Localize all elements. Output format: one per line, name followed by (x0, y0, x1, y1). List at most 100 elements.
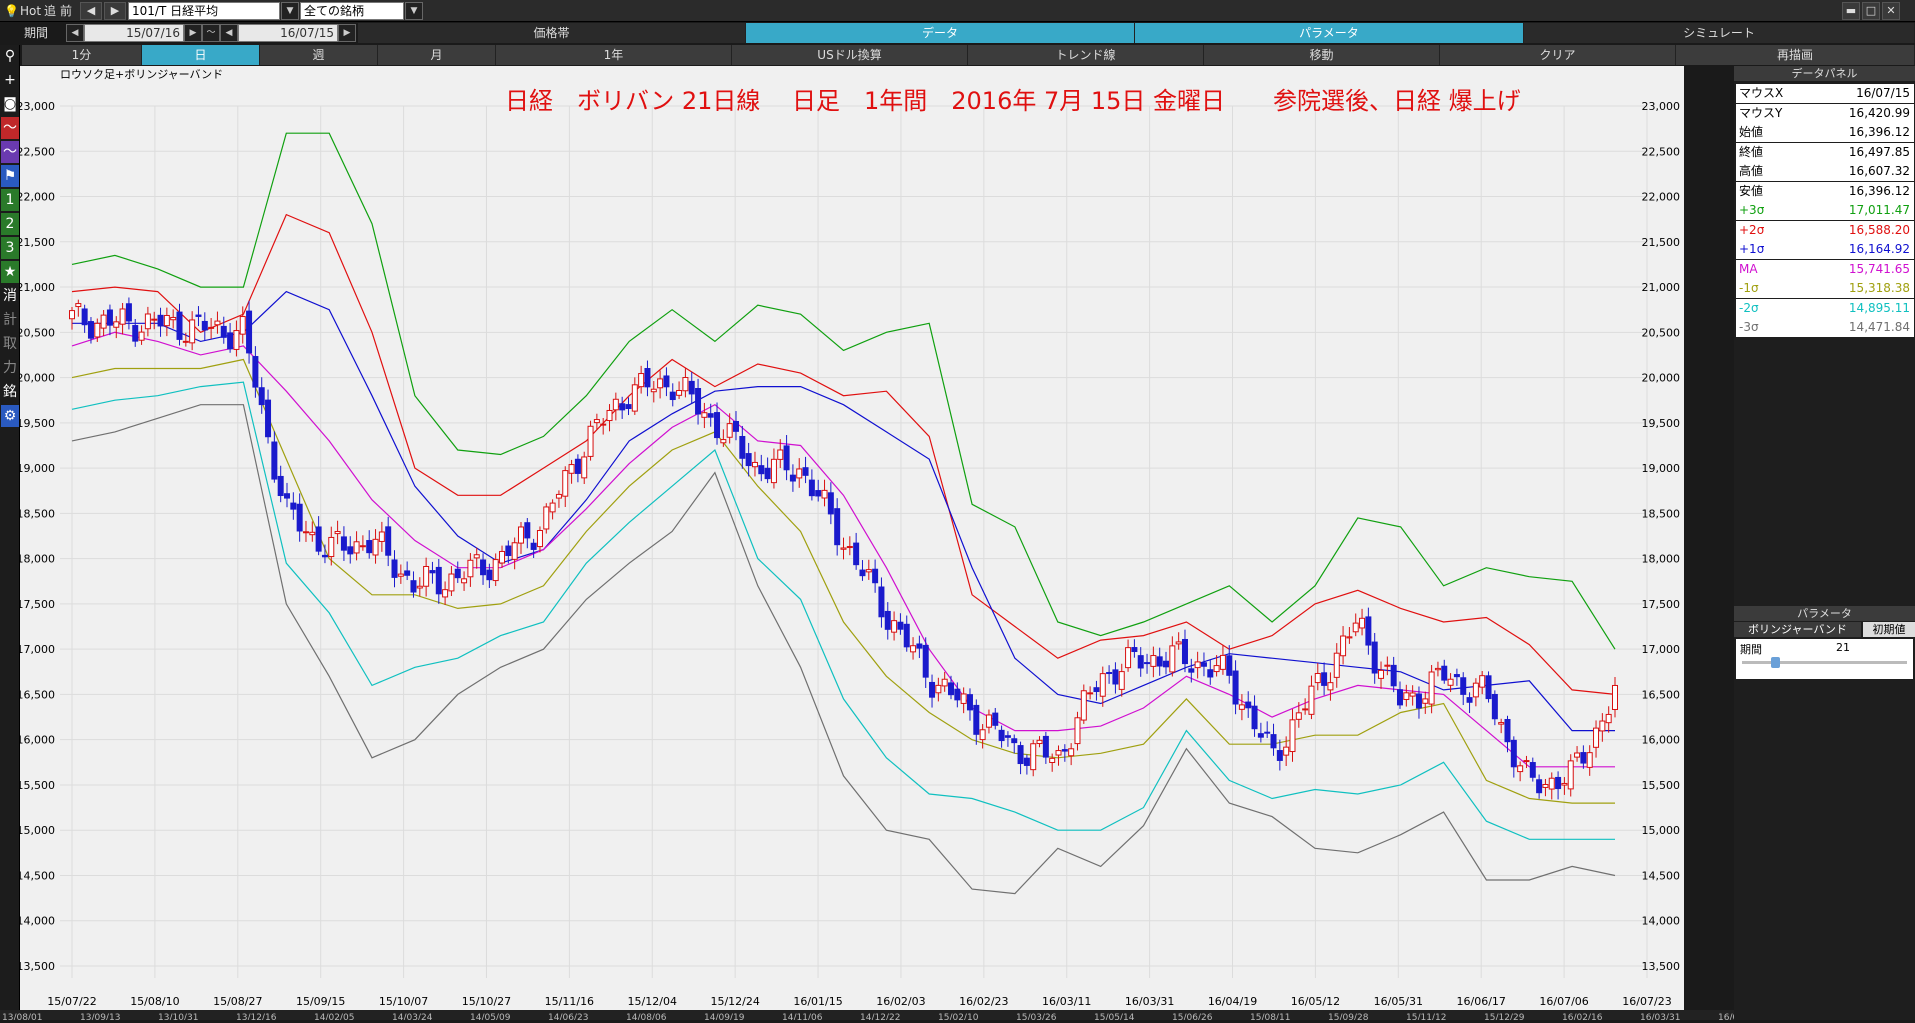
tab-move[interactable]: 移動 (1204, 45, 1440, 65)
y-tick-label: 21,500 (20, 236, 55, 249)
overview-strip[interactable]: 13/08/01 13/09/13 13/10/31 13/12/16 14/02/05… (0, 1010, 1915, 1020)
erase-button[interactable]: 消 (1, 285, 19, 307)
power-button[interactable]: 力 (1, 357, 19, 379)
y-tick-label: 19,000 (20, 462, 55, 475)
crosshair-icon[interactable]: + (1, 69, 19, 91)
candle-body (1548, 777, 1555, 790)
y-tick-label: 21,000 (1642, 281, 1681, 294)
period-param: 期間 21 (1736, 639, 1913, 679)
overview-tick-label: 16/02/16 (1562, 1013, 1603, 1020)
preset-1-button[interactable]: 1 (1, 189, 19, 211)
date-to-field[interactable]: 16/07/15 (238, 24, 338, 42)
y-tick-label: 18,500 (20, 507, 55, 520)
tab-bollinger[interactable]: ボリンジャーバンド (1734, 622, 1861, 637)
candle-body (1061, 749, 1068, 752)
search-icon[interactable]: ⚲ (1, 45, 19, 67)
candle-body (1434, 667, 1441, 671)
hot-button[interactable]: Hot (20, 2, 41, 20)
tab-1year[interactable]: 1年 (496, 45, 732, 65)
tab-day[interactable]: 日 (142, 45, 260, 65)
candle-body (1226, 655, 1233, 676)
candle-body (1555, 776, 1562, 790)
tab-price-band[interactable]: 価格帯 (358, 23, 746, 43)
period-slider-thumb[interactable] (1771, 657, 1780, 668)
candle-body (846, 546, 853, 549)
chart-svg[interactable]: 13,500 14,000 14,500 15,000 15,500 16,000 16,5… (17, 66, 1684, 1020)
candle-body (650, 388, 657, 393)
candle-body (1574, 752, 1581, 758)
next-arrow-icon[interactable]: ▶ (338, 24, 356, 42)
overview-tick-label: 14/12/22 (860, 1013, 900, 1020)
star-icon[interactable]: ★ (1, 261, 19, 283)
candle-body (638, 373, 645, 388)
tab-clear[interactable]: クリア (1440, 45, 1676, 65)
tab-simulate[interactable]: シミュレート (1524, 23, 1915, 43)
candle-body (81, 308, 88, 326)
tab-usd[interactable]: USドル換算 (732, 45, 968, 65)
chevron-down-icon[interactable]: ▼ (405, 2, 423, 20)
x-tick-label: 15/07/22 (47, 995, 96, 1008)
prev-arrow-icon[interactable]: ◀ (80, 2, 102, 20)
gear-icon[interactable]: ⚙ (1, 405, 19, 427)
candle-body (1517, 765, 1524, 773)
candle-body (859, 569, 866, 577)
overview-tick-label: 15/05/14 (1094, 1013, 1135, 1020)
chart-area[interactable]: 13,500 14,000 14,500 15,000 15,500 16,000 16,5… (17, 66, 1684, 1020)
tab-trendline[interactable]: トレンド線 (968, 45, 1204, 65)
period-slider-track[interactable] (1742, 661, 1907, 664)
candle-body (385, 526, 392, 556)
panel-row: マウスX 16/07/15 (1736, 84, 1914, 103)
bulb-icon[interactable]: 💡 (4, 2, 19, 20)
overview-tick-label: 13/10/31 (158, 1013, 198, 1020)
candle-body (1333, 652, 1340, 678)
flag-icon[interactable]: ⚑ (1, 165, 19, 187)
tab-week[interactable]: 週 (260, 45, 378, 65)
panel-row-key: -3σ (1739, 320, 1759, 334)
overview-tick-label: 15/08/11 (1250, 1013, 1290, 1020)
candle-body (321, 554, 328, 558)
candle-body (271, 441, 278, 480)
overview-tick-label: 13/09/13 (80, 1013, 120, 1020)
candle-body (1612, 684, 1618, 710)
candle-body (1194, 661, 1201, 669)
candle-body (1023, 757, 1030, 766)
trade-button[interactable]: 取 (1, 333, 19, 355)
candle-body (669, 391, 676, 401)
candle-body (1314, 673, 1321, 684)
date-from-field[interactable]: 15/07/16 (84, 24, 184, 42)
panel-row-value: 16,607.32 (1848, 164, 1910, 178)
reset-button[interactable]: 初期値 (1863, 622, 1915, 637)
candle-body (1150, 655, 1157, 667)
close-icon[interactable]: ✕ (1882, 2, 1900, 20)
y-tick-label: 17,500 (1642, 598, 1681, 611)
tab-redraw[interactable]: 再描画 (1676, 45, 1915, 65)
symbol-field[interactable]: 101/T 日経平均 (128, 2, 280, 20)
next-arrow-icon[interactable]: ▶ (184, 24, 202, 42)
candle-body (1004, 735, 1011, 738)
minimize-icon[interactable]: ▬ (1842, 2, 1860, 20)
camera-icon[interactable]: ◙ (1, 93, 19, 115)
universe-field[interactable]: 全ての銘柄 (300, 2, 404, 20)
tab-data[interactable]: データ (746, 23, 1135, 43)
tab-month[interactable]: 月 (378, 45, 496, 65)
candle-body (1561, 782, 1568, 786)
chevron-down-icon[interactable]: ▼ (281, 2, 299, 20)
chart-line-icon[interactable]: 〜 (1, 117, 19, 139)
y-tick-label: 14,000 (1642, 915, 1681, 928)
maximize-icon[interactable]: □ (1862, 2, 1880, 20)
candle-body (543, 506, 550, 530)
overview-tick-label: 14/03/24 (392, 1013, 433, 1020)
tab-parameter[interactable]: パラメータ (1135, 23, 1524, 43)
preset-2-button[interactable]: 2 (1, 213, 19, 235)
zen-button[interactable]: 前 (60, 2, 72, 20)
next-arrow-icon[interactable]: ▶ (104, 2, 126, 20)
prev-arrow-icon[interactable]: ◀ (220, 24, 238, 42)
preset-3-button[interactable]: 3 (1, 237, 19, 259)
y-tick-label: 23,000 (1642, 100, 1681, 113)
tab-1min[interactable]: 1分 (22, 45, 142, 65)
chart-compare-icon[interactable]: 〜 (1, 141, 19, 163)
stock-button[interactable]: 銘 (1, 381, 19, 403)
tsui-button[interactable]: 追 (44, 2, 56, 20)
calc-button[interactable]: 計 (1, 309, 19, 331)
prev-arrow-icon[interactable]: ◀ (66, 24, 84, 42)
